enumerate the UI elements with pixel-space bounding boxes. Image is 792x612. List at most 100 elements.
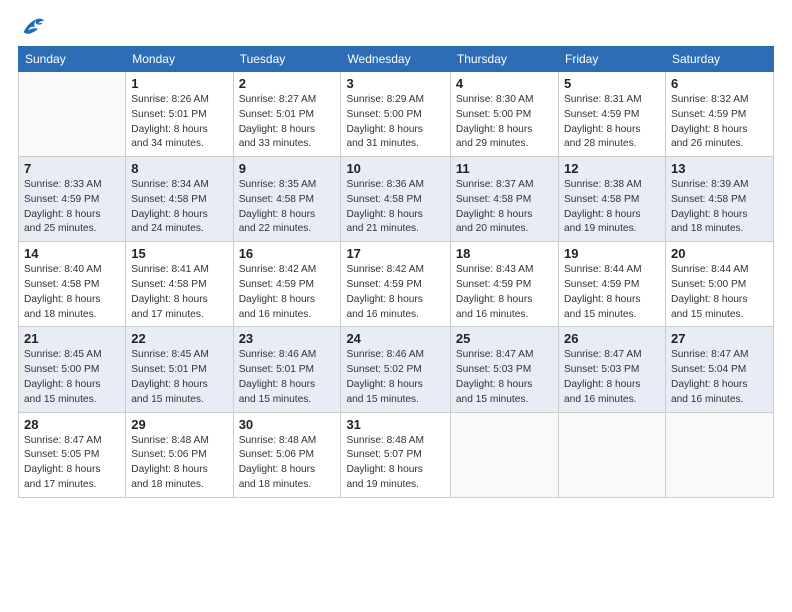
day-info: Sunrise: 8:47 AMSunset: 5:05 PMDaylight:… [24,434,120,493]
day-info: Sunrise: 8:46 AMSunset: 5:01 PMDaylight:… [239,348,336,407]
calendar-cell: 11 Sunrise: 8:37 AMSunset: 4:58 PMDayligh… [450,157,558,242]
day-number: 25 [456,331,553,346]
calendar-cell: 9 Sunrise: 8:35 AMSunset: 4:58 PMDaylight… [233,157,341,242]
day-info: Sunrise: 8:37 AMSunset: 4:58 PMDaylight:… [456,178,553,237]
day-info: Sunrise: 8:33 AMSunset: 4:59 PMDaylight:… [24,178,120,237]
day-number: 24 [346,331,444,346]
day-info: Sunrise: 8:38 AMSunset: 4:58 PMDaylight:… [564,178,660,237]
day-number: 15 [131,246,227,261]
calendar-cell: 3 Sunrise: 8:29 AMSunset: 5:00 PMDaylight… [341,72,450,157]
day-info: Sunrise: 8:35 AMSunset: 4:58 PMDaylight:… [239,178,336,237]
day-number: 30 [239,417,336,432]
day-number: 9 [239,161,336,176]
week-row-5: 28 Sunrise: 8:47 AMSunset: 5:05 PMDayligh… [19,412,774,497]
weekday-header-tuesday: Tuesday [233,47,341,72]
day-info: Sunrise: 8:42 AMSunset: 4:59 PMDaylight:… [239,263,336,322]
day-number: 6 [671,76,768,91]
day-info: Sunrise: 8:46 AMSunset: 5:02 PMDaylight:… [346,348,444,407]
calendar-cell: 27Sunrise: 8:47 AMSunset: 5:04 PMDayligh… [665,327,773,412]
day-info: Sunrise: 8:30 AMSunset: 5:00 PMDaylight:… [456,93,553,152]
calendar-cell: 21 Sunrise: 8:45 AMSunset: 5:00 PMDayligh… [19,327,126,412]
logo-bird-icon [22,16,46,36]
day-number: 5 [564,76,660,91]
header [18,16,774,36]
day-number: 3 [346,76,444,91]
day-number: 12 [564,161,660,176]
calendar-cell [665,412,773,497]
day-info: Sunrise: 8:45 AMSunset: 5:00 PMDaylight:… [24,348,120,407]
day-number: 22 [131,331,227,346]
calendar-cell [559,412,666,497]
weekday-header-friday: Friday [559,47,666,72]
calendar-cell: 24 Sunrise: 8:46 AMSunset: 5:02 PMDayligh… [341,327,450,412]
calendar-cell: 1 Sunrise: 8:26 AMSunset: 5:01 PMDaylight… [126,72,233,157]
calendar-table: SundayMondayTuesdayWednesdayThursdayFrid… [18,46,774,498]
weekday-header-row: SundayMondayTuesdayWednesdayThursdayFrid… [19,47,774,72]
day-info: Sunrise: 8:26 AMSunset: 5:01 PMDaylight:… [131,93,227,152]
day-number: 11 [456,161,553,176]
day-number: 17 [346,246,444,261]
weekday-header-thursday: Thursday [450,47,558,72]
day-number: 21 [24,331,120,346]
day-number: 27 [671,331,768,346]
day-info: Sunrise: 8:41 AMSunset: 4:58 PMDaylight:… [131,263,227,322]
day-number: 14 [24,246,120,261]
day-info: Sunrise: 8:48 AMSunset: 5:06 PMDaylight:… [239,434,336,493]
calendar-cell: 29Sunrise: 8:48 AMSunset: 5:06 PMDayligh… [126,412,233,497]
day-number: 31 [346,417,444,432]
day-number: 20 [671,246,768,261]
calendar-cell: 13 Sunrise: 8:39 AMSunset: 4:58 PMDayligh… [665,157,773,242]
calendar-cell [19,72,126,157]
day-number: 10 [346,161,444,176]
weekday-header-wednesday: Wednesday [341,47,450,72]
calendar-cell: 8 Sunrise: 8:34 AMSunset: 4:58 PMDaylight… [126,157,233,242]
day-info: Sunrise: 8:36 AMSunset: 4:58 PMDaylight:… [346,178,444,237]
calendar-cell: 26Sunrise: 8:47 AMSunset: 5:03 PMDayligh… [559,327,666,412]
day-info: Sunrise: 8:48 AMSunset: 5:06 PMDaylight:… [131,434,227,493]
calendar-cell: 16 Sunrise: 8:42 AMSunset: 4:59 PMDayligh… [233,242,341,327]
week-row-4: 21 Sunrise: 8:45 AMSunset: 5:00 PMDayligh… [19,327,774,412]
day-number: 1 [131,76,227,91]
day-info: Sunrise: 8:32 AMSunset: 4:59 PMDaylight:… [671,93,768,152]
calendar-cell: 23 Sunrise: 8:46 AMSunset: 5:01 PMDayligh… [233,327,341,412]
day-number: 2 [239,76,336,91]
day-info: Sunrise: 8:45 AMSunset: 5:01 PMDaylight:… [131,348,227,407]
day-number: 16 [239,246,336,261]
weekday-header-saturday: Saturday [665,47,773,72]
calendar-cell: 30 Sunrise: 8:48 AMSunset: 5:06 PMDayligh… [233,412,341,497]
day-info: Sunrise: 8:31 AMSunset: 4:59 PMDaylight:… [564,93,660,152]
day-info: Sunrise: 8:47 AMSunset: 5:03 PMDaylight:… [456,348,553,407]
calendar-cell: 18Sunrise: 8:43 AMSunset: 4:59 PMDayligh… [450,242,558,327]
calendar-cell: 14Sunrise: 8:40 AMSunset: 4:58 PMDayligh… [19,242,126,327]
page: SundayMondayTuesdayWednesdayThursdayFrid… [0,0,792,612]
calendar-cell: 31Sunrise: 8:48 AMSunset: 5:07 PMDayligh… [341,412,450,497]
calendar-cell: 28 Sunrise: 8:47 AMSunset: 5:05 PMDayligh… [19,412,126,497]
day-number: 8 [131,161,227,176]
day-info: Sunrise: 8:39 AMSunset: 4:58 PMDaylight:… [671,178,768,237]
calendar-cell [450,412,558,497]
calendar-cell: 6 Sunrise: 8:32 AMSunset: 4:59 PMDaylight… [665,72,773,157]
calendar-cell: 20 Sunrise: 8:44 AMSunset: 5:00 PMDayligh… [665,242,773,327]
day-info: Sunrise: 8:34 AMSunset: 4:58 PMDaylight:… [131,178,227,237]
day-info: Sunrise: 8:47 AMSunset: 5:03 PMDaylight:… [564,348,660,407]
day-info: Sunrise: 8:44 AMSunset: 4:59 PMDaylight:… [564,263,660,322]
calendar-cell: 4 Sunrise: 8:30 AMSunset: 5:00 PMDaylight… [450,72,558,157]
day-number: 23 [239,331,336,346]
calendar-cell: 17 Sunrise: 8:42 AMSunset: 4:59 PMDayligh… [341,242,450,327]
day-info: Sunrise: 8:43 AMSunset: 4:59 PMDaylight:… [456,263,553,322]
calendar-cell: 22 Sunrise: 8:45 AMSunset: 5:01 PMDayligh… [126,327,233,412]
calendar-cell: 5 Sunrise: 8:31 AMSunset: 4:59 PMDaylight… [559,72,666,157]
day-number: 7 [24,161,120,176]
day-number: 28 [24,417,120,432]
weekday-header-sunday: Sunday [19,47,126,72]
logo [18,16,46,36]
day-info: Sunrise: 8:44 AMSunset: 5:00 PMDaylight:… [671,263,768,322]
day-info: Sunrise: 8:29 AMSunset: 5:00 PMDaylight:… [346,93,444,152]
day-info: Sunrise: 8:42 AMSunset: 4:59 PMDaylight:… [346,263,444,322]
day-info: Sunrise: 8:27 AMSunset: 5:01 PMDaylight:… [239,93,336,152]
calendar-cell: 7 Sunrise: 8:33 AMSunset: 4:59 PMDaylight… [19,157,126,242]
day-number: 4 [456,76,553,91]
day-number: 19 [564,246,660,261]
calendar-cell: 19 Sunrise: 8:44 AMSunset: 4:59 PMDayligh… [559,242,666,327]
day-number: 13 [671,161,768,176]
